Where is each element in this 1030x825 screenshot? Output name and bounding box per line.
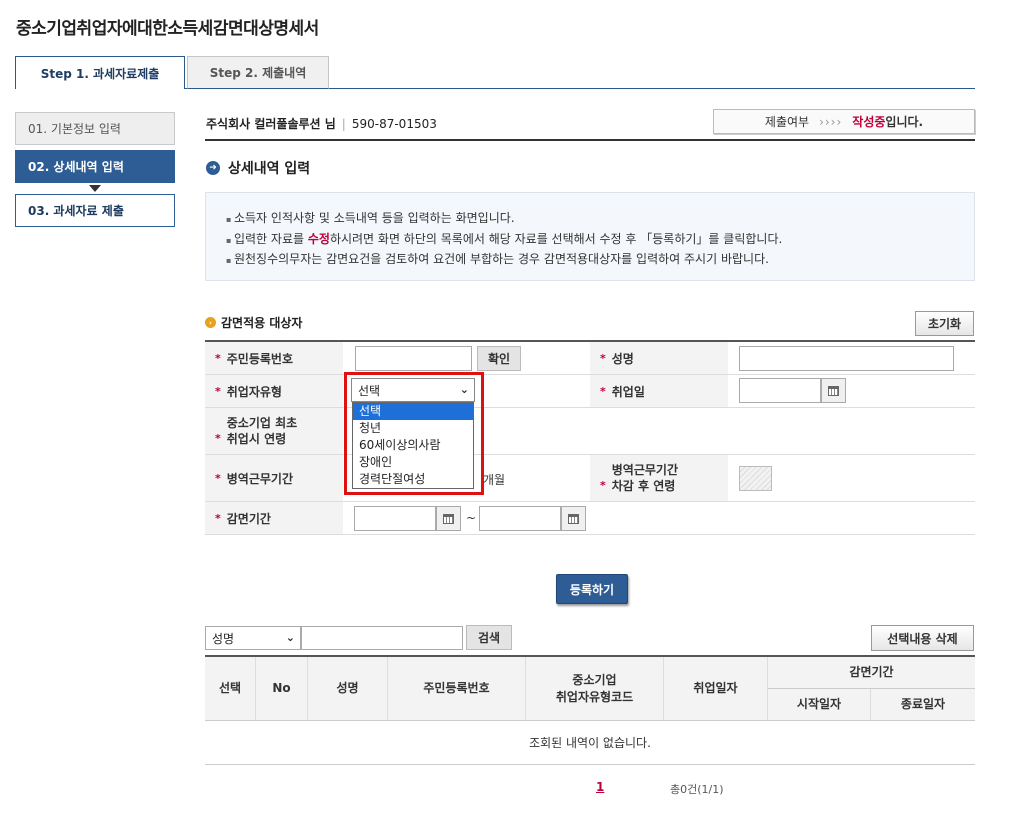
company-info: 주식회사 컬러풀솔루션 님 | 590-87-01503 [206,117,437,131]
chevron-down-icon: ⌄ [285,631,295,644]
sidebar-step-submit[interactable]: 03. 과세자료 제출 [15,194,175,227]
calendar-icon[interactable] [821,378,846,403]
info-line-2: 입력한 자료를 수정하시려면 화면 하단의 목록에서 해당 자료를 선택해서 수… [226,230,974,251]
arrow-circle-icon: ➜ [206,161,220,175]
page-link-current[interactable]: 1 [596,780,604,794]
status-arrows-icon: ›››› [819,114,843,129]
submission-status-box: 제출여부 ›››› 작성중 입니다. [713,109,975,134]
list-table-header: 선택 No 성명 주민등록번호 중소기업 취업자유형코드 취업일자 감면기간 시작… [205,655,975,721]
form-row-type: * 취업자유형 선택 ⌄ * 취업일 [205,375,975,408]
calendar-icon[interactable] [561,506,586,531]
col-end: 종료일자 [871,689,975,721]
sidebar-step-detail-input[interactable]: 02. 상세내역 입력 [15,150,175,183]
company-reg-no: 590-87-01503 [351,117,437,131]
header-divider [205,139,975,141]
col-select: 선택 [205,657,256,721]
col-type-code: 중소기업 취업자유형코드 [526,657,664,721]
reduction-end-input[interactable] [479,506,561,531]
form-row-military: * 병역근무기간 개월 * 병역근무기간 차감 후 연령 [205,455,975,502]
ssn-input[interactable] [355,346,472,371]
info-box: 소득자 인적사항 및 소득내역 등을 입력하는 화면입니다. 입력한 자료를 수… [205,192,975,281]
sidebar-step-basic-info[interactable]: 01. 기본정보 입력 [15,112,175,145]
col-hire-date: 취업일자 [664,657,768,721]
form-row-reduction: * 감면기간 ~ [205,502,975,535]
form-row-ssn: * 주민등록번호 확인 * 성명 [205,342,975,375]
name-input[interactable] [739,346,954,371]
status-suffix: 입니다. [885,115,924,129]
col-name: 성명 [308,657,388,721]
empty-message: 조회된 내역이 없습니다. [205,721,975,765]
col-period: 감면기간 [768,657,975,689]
col-ssn: 주민등록번호 [388,657,526,721]
info-line-3: 원천징수의무자는 감면요건을 검토하여 요건에 부합하는 경우 감면적용대상자를… [226,250,974,271]
page-title: 중소기업취업자에대한소득세감면대상명세서 [16,19,319,39]
type-label: * 취업자유형 [205,375,343,407]
hire-date-label: * 취업일 [590,375,728,407]
tilde-separator: ~ [466,511,477,525]
arrow-dot-icon: › [205,317,216,328]
reduction-start-input[interactable] [354,506,436,531]
calendar-icon[interactable] [436,506,461,531]
form-table: * 주민등록번호 확인 * 성명 * 취업자유형 선택 ⌄ * 취업일 * 중소기업 최초… [205,340,975,535]
subsection-title-text: 감면적용 대상자 [221,316,303,330]
military-age-label: * 병역근무기간 차감 후 연령 [590,455,728,501]
company-name: 주식회사 컬러풀솔루션 님 [206,117,336,131]
search-input[interactable] [301,626,463,650]
total-count: 총0건(1/1) [670,783,724,796]
register-button[interactable]: 등록하기 [556,574,628,604]
tab-step1[interactable]: Step 1. 과세자료제출 [15,56,185,89]
tab-step2[interactable]: Step 2. 제출내역 [187,56,329,89]
highlight-frame [344,372,484,495]
reset-button[interactable]: 초기화 [915,311,974,336]
military-unit: 개월 [483,473,506,487]
first-age-label: * 중소기업 최초 취업시 연령 [205,408,343,454]
status-label: 제출여부 [764,115,810,129]
col-no: No [256,657,308,721]
confirm-button[interactable]: 확인 [477,346,521,371]
military-label: * 병역근무기간 [205,455,343,501]
section-title-text: 상세내역 입력 [228,161,311,177]
section-title: ➜ 상세내역 입력 [206,158,310,178]
search-field-select[interactable]: 성명 ⌄ [205,626,301,650]
hire-date-input[interactable] [739,378,821,403]
name-label: * 성명 [590,342,728,374]
delete-selected-button[interactable]: 선택내용 삭제 [871,625,974,651]
reduction-label: * 감면기간 [205,502,343,534]
search-button[interactable]: 검색 [466,625,512,650]
form-row-first-age: * 중소기업 최초 취업시 연령 [205,408,975,455]
status-value: 작성중 [852,115,886,129]
info-line-1: 소득자 인적사항 및 소득내역 등을 입력하는 화면입니다. [226,209,974,230]
step-down-arrow-icon [89,185,101,192]
subsection-title: › 감면적용 대상자 [205,314,302,331]
col-start: 시작일자 [768,689,871,721]
ssn-label: * 주민등록번호 [205,342,343,374]
military-age-disabled-field [739,466,772,491]
